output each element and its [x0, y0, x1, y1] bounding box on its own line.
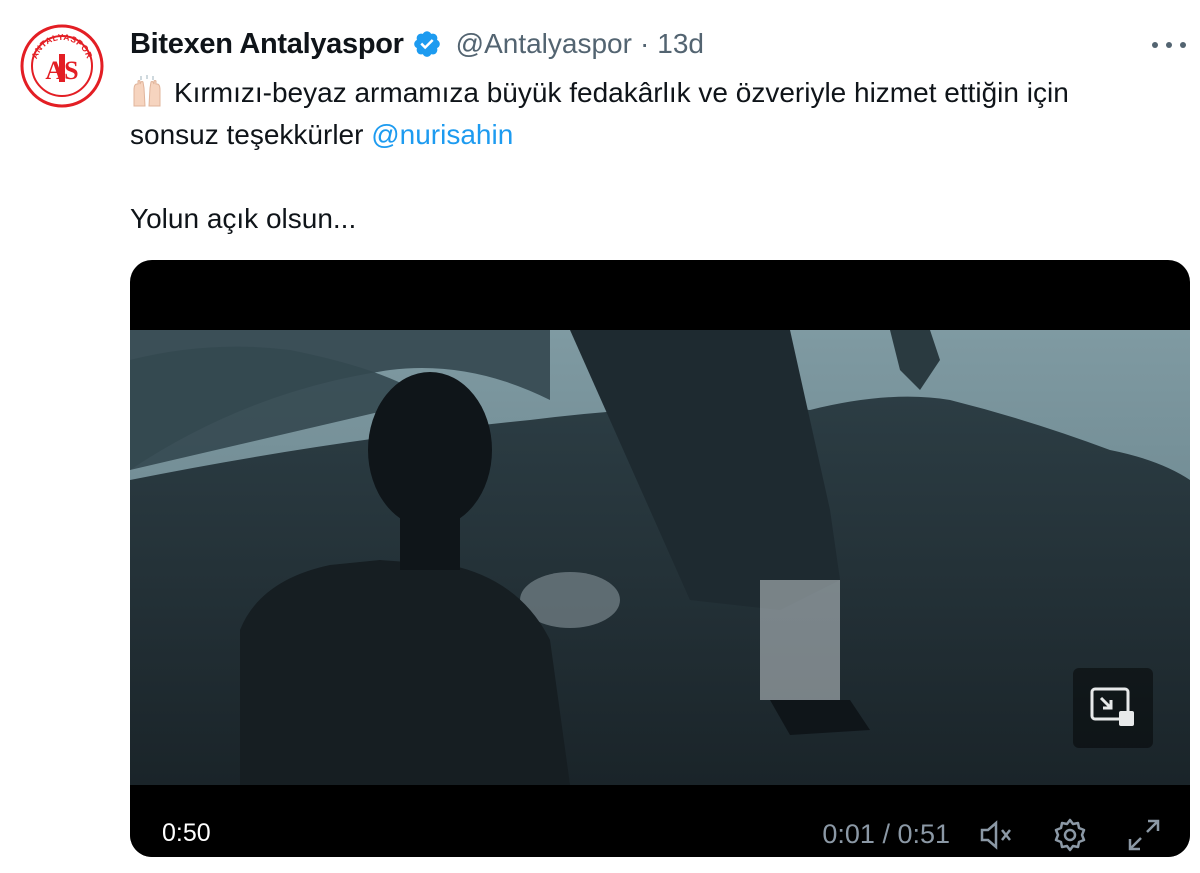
tweet-body: Kırmızı-beyaz armamıza büyük fedakârlık …: [130, 72, 1198, 240]
mention-link[interactable]: @nurisahin: [371, 119, 513, 150]
tweet-text-line-2: sonsuz teşekkürler @nurisahin: [130, 114, 1198, 156]
tweet-text-continued: sonsuz teşekkürler: [130, 119, 364, 150]
video-frame[interactable]: [130, 330, 1190, 785]
separator-dot: ·: [639, 28, 650, 59]
settings-gear-icon[interactable]: [1050, 815, 1090, 855]
mute-icon[interactable]: [976, 815, 1016, 855]
verified-badge-icon[interactable]: [412, 29, 442, 59]
elapsed-overlay: 0:50: [162, 819, 211, 847]
video-controls: 0:50 0:01 / 0:51: [130, 785, 1190, 857]
tweet-text: Kırmızı-beyaz armamıza büyük fedakârlık …: [174, 77, 1069, 108]
fullscreen-icon[interactable]: [1124, 815, 1164, 855]
tweet-text-line-3: Yolun açık olsun...: [130, 203, 357, 234]
timestamp[interactable]: 13d: [657, 28, 704, 60]
picture-in-picture-icon[interactable]: [1073, 668, 1153, 748]
raising-hands-emoji-icon: [130, 74, 164, 108]
video-time-display: 0:01 / 0:51: [822, 819, 950, 849]
tweet-header: Bitexen Antalyaspor @Antalyaspor · 13d: [130, 24, 704, 64]
more-options-icon[interactable]: [1152, 30, 1186, 60]
video-player[interactable]: 0:50 0:01 / 0:51: [130, 260, 1190, 857]
avatar[interactable]: ANTALYASPOR AS: [20, 24, 104, 108]
display-name[interactable]: Bitexen Antalyaspor: [130, 28, 404, 61]
user-handle[interactable]: @Antalyaspor: [456, 28, 632, 60]
antalyaspor-logo: ANTALYASPOR AS: [20, 24, 104, 108]
tweet-text-line-1: Kırmızı-beyaz armamıza büyük fedakârlık …: [130, 72, 1198, 114]
